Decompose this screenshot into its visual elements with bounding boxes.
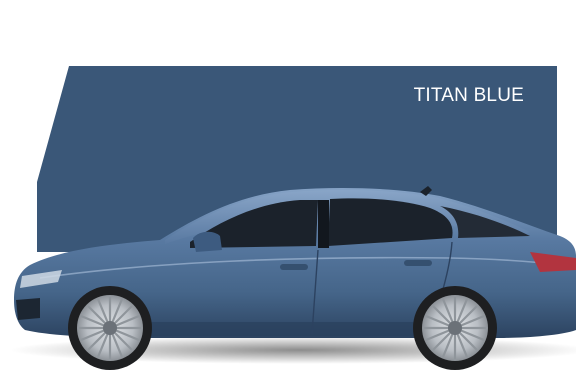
car-front-grille [16,298,40,320]
car-sill [150,322,420,336]
car-rear-wheel [413,286,497,370]
car-b-pillar [318,200,329,248]
car-image [10,186,576,370]
car-door-handle-rear [404,260,432,266]
color-swatch-card: TITAN BLUE [0,0,576,370]
car-side-mirror [193,231,222,252]
car-front-wheel [68,286,152,370]
car-door-handle-front [280,264,308,270]
